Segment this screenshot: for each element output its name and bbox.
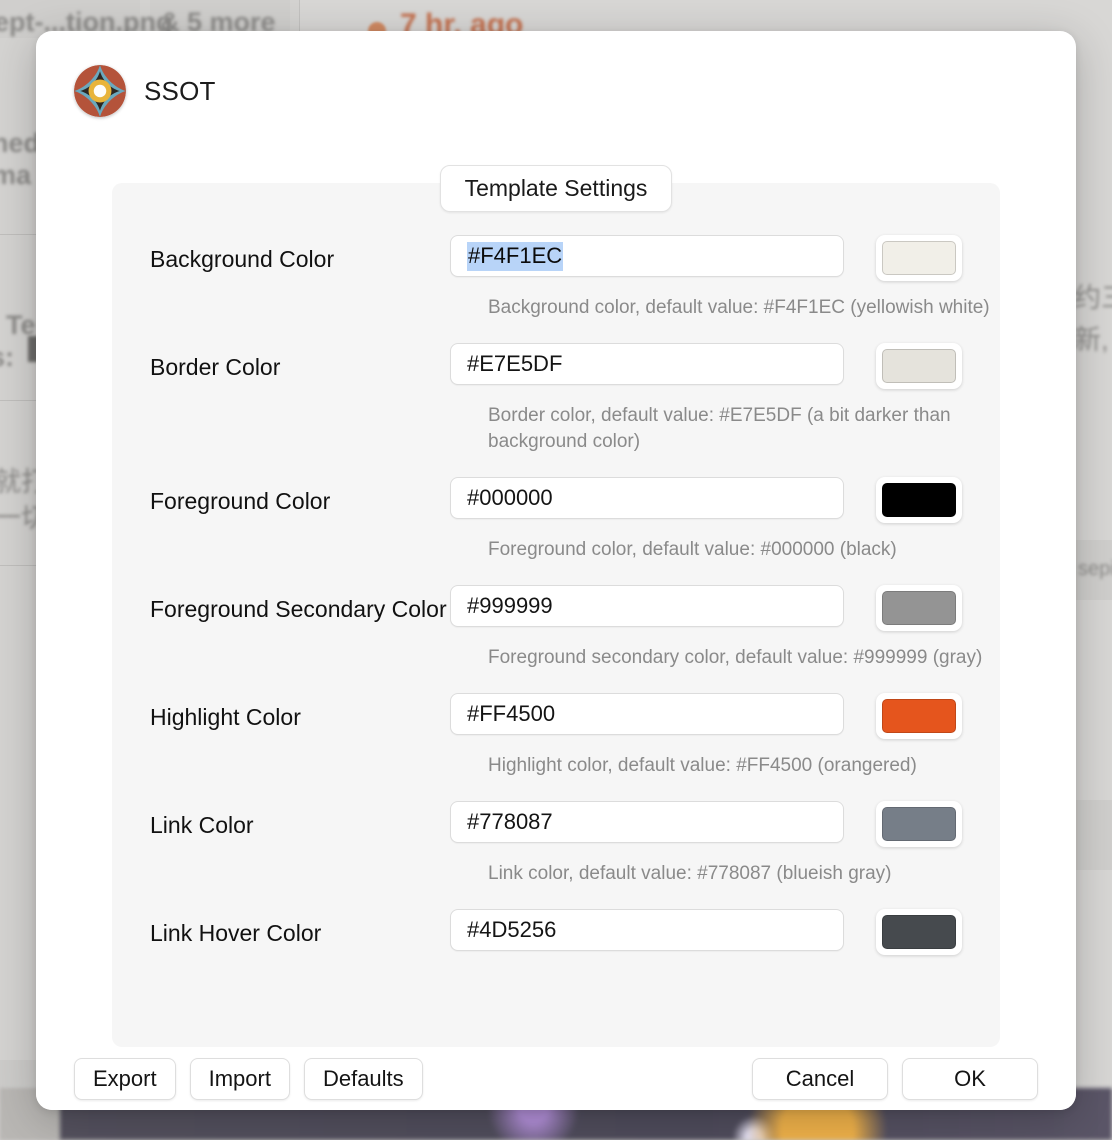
- dialog-footer: Export Import Defaults Cancel OK: [36, 1047, 1076, 1110]
- background-color-input[interactable]: [450, 235, 844, 277]
- field-help-background-color: Background color, default value: #F4F1EC…: [488, 295, 1000, 321]
- backdrop-text-fragment: ma: [0, 160, 31, 191]
- field-label: Foreground Secondary Color: [150, 585, 450, 626]
- field-middle: [450, 343, 876, 385]
- foreground-secondary-color-input[interactable]: [450, 585, 844, 627]
- color-swatch: [882, 807, 956, 841]
- settings-row-highlight-color: Highlight Color: [112, 693, 1000, 739]
- backdrop-text-fragment: s:: [0, 342, 14, 373]
- cancel-button[interactable]: Cancel: [752, 1058, 888, 1100]
- color-swatch: [882, 699, 956, 733]
- color-swatch: [882, 241, 956, 275]
- defaults-button[interactable]: Defaults: [304, 1058, 423, 1100]
- ok-button[interactable]: OK: [902, 1058, 1038, 1100]
- ssot-compass-logo-icon: [74, 65, 126, 117]
- field-help-foreground-secondary-color: Foreground secondary color, default valu…: [488, 645, 1000, 671]
- dialog-header: SSOT: [36, 31, 1076, 117]
- background-color-swatch-button[interactable]: [876, 235, 962, 281]
- field-middle: [450, 801, 876, 843]
- settings-dialog: SSOT Template Settings Background Color …: [36, 31, 1076, 1110]
- footer-right-buttons: Cancel OK: [752, 1058, 1038, 1100]
- settings-row-link-hover-color: Link Hover Color: [112, 909, 1000, 955]
- link-hover-color-swatch-button[interactable]: [876, 909, 962, 955]
- settings-row-foreground-secondary-color: Foreground Secondary Color: [112, 585, 1000, 631]
- footer-left-buttons: Export Import Defaults: [74, 1058, 423, 1100]
- field-label: Link Hover Color: [150, 909, 450, 950]
- settings-row-background-color: Background Color #F4F1EC: [112, 235, 1000, 281]
- settings-row-foreground-color: Foreground Color: [112, 477, 1000, 523]
- field-label: Link Color: [150, 801, 450, 842]
- field-label: Border Color: [150, 343, 450, 384]
- field-label: Background Color: [150, 235, 450, 276]
- color-swatch: [882, 915, 956, 949]
- link-color-swatch-button[interactable]: [876, 801, 962, 847]
- field-middle: [450, 693, 876, 735]
- link-color-input[interactable]: [450, 801, 844, 843]
- link-hover-color-input[interactable]: [450, 909, 844, 951]
- export-button[interactable]: Export: [74, 1058, 176, 1100]
- app-title: SSOT: [144, 76, 216, 107]
- field-label: Foreground Color: [150, 477, 450, 518]
- field-middle: [450, 585, 876, 627]
- backdrop-text-fragment: 新,: [1074, 318, 1109, 357]
- settings-panel: Background Color #F4F1EC Background colo…: [112, 183, 1000, 1047]
- field-help-link-color: Link color, default value: #778087 (blue…: [488, 861, 1000, 887]
- backdrop-text-fragment: sepi: [1078, 558, 1112, 581]
- field-help-border-color: Border color, default value: #E7E5DF (a …: [488, 403, 1000, 455]
- highlight-color-input[interactable]: [450, 693, 844, 735]
- color-swatch: [882, 483, 956, 517]
- field-middle: [450, 477, 876, 519]
- settings-row-link-color: Link Color: [112, 801, 1000, 847]
- foreground-color-input[interactable]: [450, 477, 844, 519]
- color-swatch: [882, 591, 956, 625]
- field-help-foreground-color: Foreground color, default value: #000000…: [488, 537, 1000, 563]
- field-label: Highlight Color: [150, 693, 450, 734]
- color-swatch: [882, 349, 956, 383]
- backdrop-text-fragment: 约三: [1074, 276, 1112, 315]
- settings-scroll-area[interactable]: Background Color #F4F1EC Background colo…: [112, 183, 1000, 1047]
- field-middle: [450, 909, 876, 951]
- border-color-input[interactable]: [450, 343, 844, 385]
- foreground-color-swatch-button[interactable]: [876, 477, 962, 523]
- import-button[interactable]: Import: [190, 1058, 290, 1100]
- tab-template-settings[interactable]: Template Settings: [440, 165, 673, 212]
- border-color-swatch-button[interactable]: [876, 343, 962, 389]
- field-help-highlight-color: Highlight color, default value: #FF4500 …: [488, 753, 1000, 779]
- highlight-color-swatch-button[interactable]: [876, 693, 962, 739]
- input-wrapper: #F4F1EC: [450, 235, 844, 277]
- field-middle: #F4F1EC: [450, 235, 876, 277]
- foreground-secondary-color-swatch-button[interactable]: [876, 585, 962, 631]
- backdrop-text-fragment: ned: [0, 128, 40, 159]
- settings-row-border-color: Border Color: [112, 343, 1000, 389]
